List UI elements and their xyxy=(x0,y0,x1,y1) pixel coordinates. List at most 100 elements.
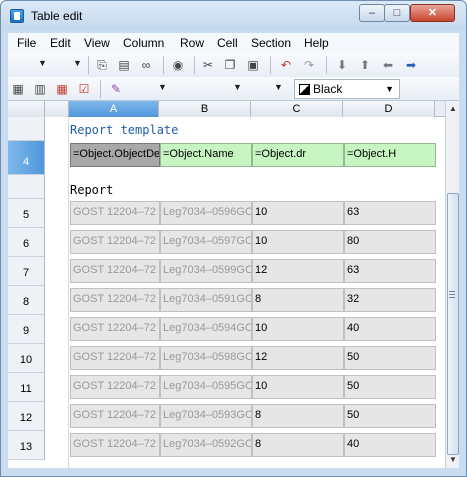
row-header[interactable] xyxy=(8,117,45,141)
table-cell[interactable]: 63 xyxy=(344,201,436,225)
menu-section[interactable]: Section xyxy=(251,36,291,50)
menu-row[interactable]: Row xyxy=(180,36,204,50)
row-header[interactable]: 12 xyxy=(8,402,45,431)
vertical-scrollbar[interactable]: ▲ ▼ xyxy=(445,101,459,468)
table-cell[interactable]: Leg7034–0591GO xyxy=(160,288,252,312)
table-cell[interactable]: 80 xyxy=(344,230,436,254)
row-header[interactable]: 5 xyxy=(8,199,45,228)
template-cell[interactable]: =Object.H xyxy=(344,143,436,167)
table-cell[interactable]: 50 xyxy=(344,346,436,370)
template-cell[interactable]: =Object.Name xyxy=(160,143,252,167)
scrollbar-thumb[interactable] xyxy=(447,193,459,455)
menu-column[interactable]: Column xyxy=(123,36,164,50)
table-cell[interactable]: 63 xyxy=(344,259,436,283)
table-cell[interactable]: 8 xyxy=(252,404,344,428)
table-cell[interactable]: Leg7034–0599GO xyxy=(160,259,252,283)
template-cell[interactable]: =Object.ObjectDes xyxy=(70,143,160,167)
scroll-up-icon[interactable]: ▲ xyxy=(446,102,459,116)
table-cell[interactable]: 10 xyxy=(252,317,344,341)
table-cell[interactable]: 12 xyxy=(252,259,344,283)
corner-cell[interactable] xyxy=(8,101,45,117)
table-cell[interactable]: 32 xyxy=(344,288,436,312)
menu-edit[interactable]: Edit xyxy=(50,36,71,50)
table-cell[interactable]: 8 xyxy=(252,433,344,457)
table-cell[interactable]: GOST 12204–72 xyxy=(70,230,160,254)
color-select[interactable]: Black ▼ xyxy=(294,79,400,99)
table-cell[interactable]: GOST 12204–72 xyxy=(70,259,160,283)
table-cell[interactable]: GOST 12204–72 xyxy=(70,433,160,457)
row-header[interactable] xyxy=(8,175,45,199)
column-header-c[interactable]: C xyxy=(251,101,343,117)
redo-icon[interactable]: ↷ xyxy=(301,57,317,73)
new-dropdown-arrow-icon[interactable]: ▼ xyxy=(38,58,47,68)
menu-help[interactable]: Help xyxy=(304,36,329,50)
arrow-up-icon[interactable]: ⬆ xyxy=(357,57,373,73)
split-cells-icon[interactable]: ▥ xyxy=(32,81,48,97)
cell-format-icon[interactable]: ☑ xyxy=(76,81,92,97)
table-cell[interactable]: GOST 12204–72 xyxy=(70,404,160,428)
row-header[interactable]: 11 xyxy=(8,373,45,402)
brush-icon[interactable]: ✎ xyxy=(108,81,124,97)
open-dropdown-arrow-icon[interactable]: ▼ xyxy=(73,58,82,68)
column-header-d[interactable]: D xyxy=(343,101,435,117)
title-bar[interactable]: Table edit – □ ✕ xyxy=(1,1,466,31)
table-cell[interactable]: GOST 12204–72 xyxy=(70,346,160,370)
table-cell[interactable]: Leg7034–0596GO xyxy=(160,201,252,225)
undo-icon[interactable]: ↶ xyxy=(278,57,294,73)
menu-file[interactable]: File xyxy=(17,36,36,50)
menu-view[interactable]: View xyxy=(84,36,110,50)
table-cell[interactable]: Leg7034–0595GO xyxy=(160,375,252,399)
column-header-blank[interactable] xyxy=(45,101,69,117)
font-dropdown-arrow-icon[interactable]: ▼ xyxy=(158,82,167,92)
row-header[interactable]: 9 xyxy=(8,315,45,344)
arrow-right-icon[interactable]: ➡ xyxy=(403,57,419,73)
table-cell[interactable]: Leg7034–0598GO xyxy=(160,346,252,370)
paste-icon[interactable]: ▣ xyxy=(245,57,261,73)
table-cell[interactable]: GOST 12204–72 xyxy=(70,201,160,225)
scroll-down-icon[interactable]: ▼ xyxy=(446,453,459,467)
table-cell[interactable]: GOST 12204–72 xyxy=(70,317,160,341)
maximize-button[interactable]: □ xyxy=(384,4,410,22)
row-header[interactable]: 7 xyxy=(8,257,45,286)
table-cell[interactable]: 10 xyxy=(252,375,344,399)
table-cell[interactable]: 10 xyxy=(252,201,344,225)
size-dropdown-arrow-icon[interactable]: ▼ xyxy=(233,82,242,92)
column-header-a[interactable]: A xyxy=(69,101,159,117)
template-cell[interactable]: =Object.dr xyxy=(252,143,344,167)
table-cell[interactable]: 12 xyxy=(252,346,344,370)
copy-icon[interactable]: ⎘ xyxy=(94,57,110,73)
table-cell[interactable]: Leg7034–0597GO xyxy=(160,230,252,254)
row-header-selected[interactable]: 4 xyxy=(8,141,45,175)
column-header-b[interactable]: B xyxy=(159,101,251,117)
menu-cell[interactable]: Cell xyxy=(217,36,238,50)
table-cell[interactable]: 40 xyxy=(344,317,436,341)
row-header[interactable]: 10 xyxy=(8,344,45,373)
row-header[interactable]: 8 xyxy=(8,286,45,315)
table-cell[interactable]: GOST 12204–72 xyxy=(70,375,160,399)
view-icon[interactable]: ◉ xyxy=(170,57,186,73)
row-header[interactable]: 13 xyxy=(8,431,45,460)
row-header[interactable]: 6 xyxy=(8,228,45,257)
table-cell[interactable]: Leg7034–0594GO xyxy=(160,317,252,341)
app-icon xyxy=(10,9,24,23)
table-cell[interactable]: 10 xyxy=(252,230,344,254)
table-cell[interactable]: 50 xyxy=(344,375,436,399)
cut-icon[interactable]: ✂ xyxy=(200,57,216,73)
arrow-down-icon[interactable]: ⬇ xyxy=(334,57,350,73)
link-icon[interactable]: ∞ xyxy=(138,57,154,73)
insert-table-icon[interactable]: ▦ xyxy=(10,81,26,97)
paste-special-icon[interactable]: ▤ xyxy=(116,57,132,73)
align-dropdown-arrow-icon[interactable]: ▼ xyxy=(274,82,283,92)
table-cell[interactable]: 40 xyxy=(344,433,436,457)
table-grid[interactable]: A B C D Report template 4 =Object.Object… xyxy=(8,101,459,468)
minimize-button[interactable]: – xyxy=(359,4,385,22)
table-cell[interactable]: Leg7034–0593GO xyxy=(160,404,252,428)
table-cell[interactable]: 50 xyxy=(344,404,436,428)
merge-cells-icon[interactable]: ▦ xyxy=(54,81,70,97)
close-button[interactable]: ✕ xyxy=(410,4,455,22)
table-cell[interactable]: 8 xyxy=(252,288,344,312)
table-cell[interactable]: Leg7034–0592GO xyxy=(160,433,252,457)
arrow-left-icon[interactable]: ⬅ xyxy=(380,57,396,73)
copy-doc-icon[interactable]: ❐ xyxy=(222,57,238,73)
table-cell[interactable]: GOST 12204–72 xyxy=(70,288,160,312)
